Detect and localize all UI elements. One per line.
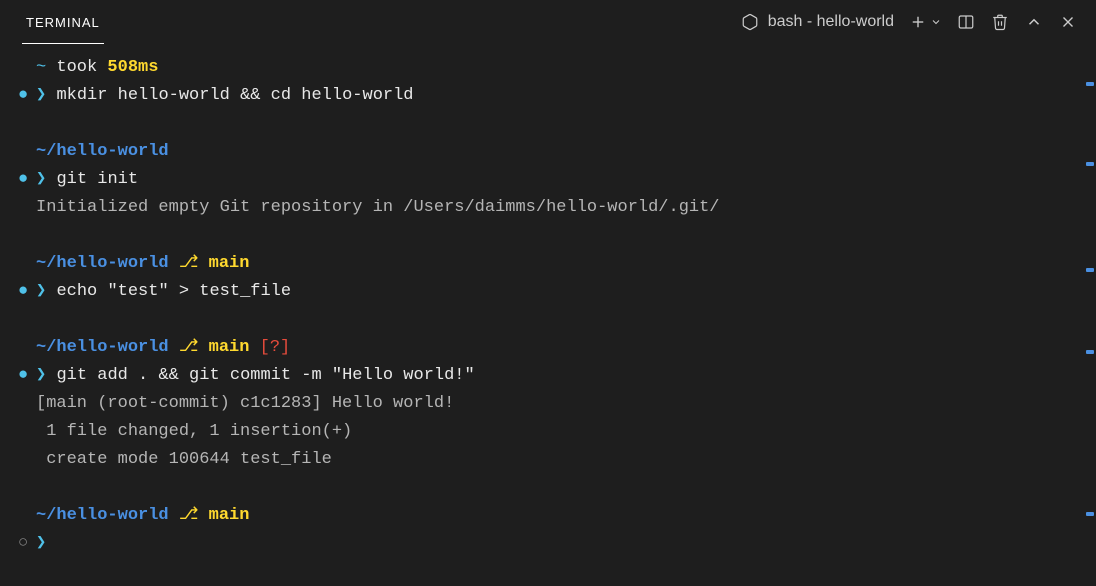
git-branch-icon: ⎇ (169, 250, 209, 278)
scroll-mark (1086, 350, 1094, 354)
path-segment: ~/hello-world (36, 138, 169, 166)
prompt-header: ~/hello-world ⎇ main (18, 250, 1078, 278)
output-line: [main (root-commit) c1c1283] Hello world… (18, 390, 1078, 418)
took-label: took (56, 54, 107, 82)
terminal-tab-bar: TERMINAL bash - hello-world (0, 0, 1096, 44)
output-text: Initialized empty Git repository in /Use… (36, 194, 720, 222)
timing-value: 508ms (107, 54, 158, 82)
maximize-panel-button[interactable] (1024, 12, 1044, 32)
shell-label[interactable]: bash - hello-world (740, 12, 894, 32)
new-terminal-button[interactable] (908, 12, 928, 32)
new-terminal-dropdown[interactable] (930, 12, 942, 32)
tab-terminal[interactable]: TERMINAL (10, 0, 116, 44)
git-branch-icon: ⎇ (169, 334, 209, 362)
output-line: 1 file changed, 1 insertion(+) (18, 418, 1078, 446)
prompt-arrow-icon: ❯ (36, 166, 56, 194)
prompt-header: ~ took 508ms (18, 54, 1078, 82)
tabs-right: bash - hello-world (740, 12, 1086, 32)
prompt-arrow-icon: ❯ (36, 362, 56, 390)
blank-line (18, 306, 1078, 334)
command-line: ●❯ mkdir hello-world && cd hello-world (18, 82, 1078, 110)
output-text: create mode 100644 test_file (36, 446, 332, 474)
blank-line (18, 222, 1078, 250)
scroll-mark (1086, 268, 1094, 272)
kill-terminal-button[interactable] (990, 12, 1010, 32)
branch-name: main (209, 334, 250, 362)
prompt-arrow-icon: ❯ (36, 278, 56, 306)
status-bullet: ○ (18, 530, 36, 558)
tab-label: TERMINAL (26, 15, 100, 30)
output-line: Initialized empty Git repository in /Use… (18, 194, 1078, 222)
prompt-header: ~/hello-world (18, 138, 1078, 166)
command-line: ○❯ (18, 530, 1078, 558)
branch-name: main (209, 250, 250, 278)
prompt-arrow-icon: ❯ (36, 530, 56, 558)
output-text: 1 file changed, 1 insertion(+) (36, 418, 352, 446)
prompt-header: ~/hello-world ⎇ main [?] (18, 334, 1078, 362)
prompt-arrow-icon: ❯ (36, 82, 56, 110)
scroll-mark (1086, 82, 1094, 86)
command-line: ●❯ git add . && git commit -m "Hello wor… (18, 362, 1078, 390)
git-branch-icon: ⎇ (169, 502, 209, 530)
status-bullet: ● (18, 278, 36, 306)
shell-icon (740, 12, 760, 32)
path-segment: ~/hello-world (36, 334, 169, 362)
shell-name: bash - hello-world (768, 13, 894, 31)
blank-line (18, 110, 1078, 138)
split-terminal-button[interactable] (956, 12, 976, 32)
path-segment: ~/hello-world (36, 502, 169, 530)
terminal-output[interactable]: ~ took 508ms●❯ mkdir hello-world && cd h… (0, 44, 1096, 568)
status-bullet: ● (18, 166, 36, 194)
git-status-flags: [?] (249, 334, 290, 362)
output-text: [main (root-commit) c1c1283] Hello world… (36, 390, 454, 418)
path-segment: ~ (36, 54, 56, 82)
command-text: git init (56, 166, 138, 194)
command-text: echo "test" > test_file (56, 278, 291, 306)
status-bullet: ● (18, 82, 36, 110)
blank-line (18, 474, 1078, 502)
scroll-mark (1086, 512, 1094, 516)
path-segment: ~/hello-world (36, 250, 169, 278)
tabs-left: TERMINAL (10, 0, 116, 44)
new-terminal-combo (908, 12, 942, 32)
status-bullet: ● (18, 362, 36, 390)
command-line: ●❯ echo "test" > test_file (18, 278, 1078, 306)
scroll-mark (1086, 162, 1094, 166)
branch-name: main (209, 502, 250, 530)
command-line: ●❯ git init (18, 166, 1078, 194)
output-line: create mode 100644 test_file (18, 446, 1078, 474)
terminal-scrollbar[interactable] (1084, 44, 1096, 586)
command-text: git add . && git commit -m "Hello world!… (56, 362, 474, 390)
close-panel-button[interactable] (1058, 12, 1078, 32)
command-text: mkdir hello-world && cd hello-world (56, 82, 413, 110)
prompt-header: ~/hello-world ⎇ main (18, 502, 1078, 530)
